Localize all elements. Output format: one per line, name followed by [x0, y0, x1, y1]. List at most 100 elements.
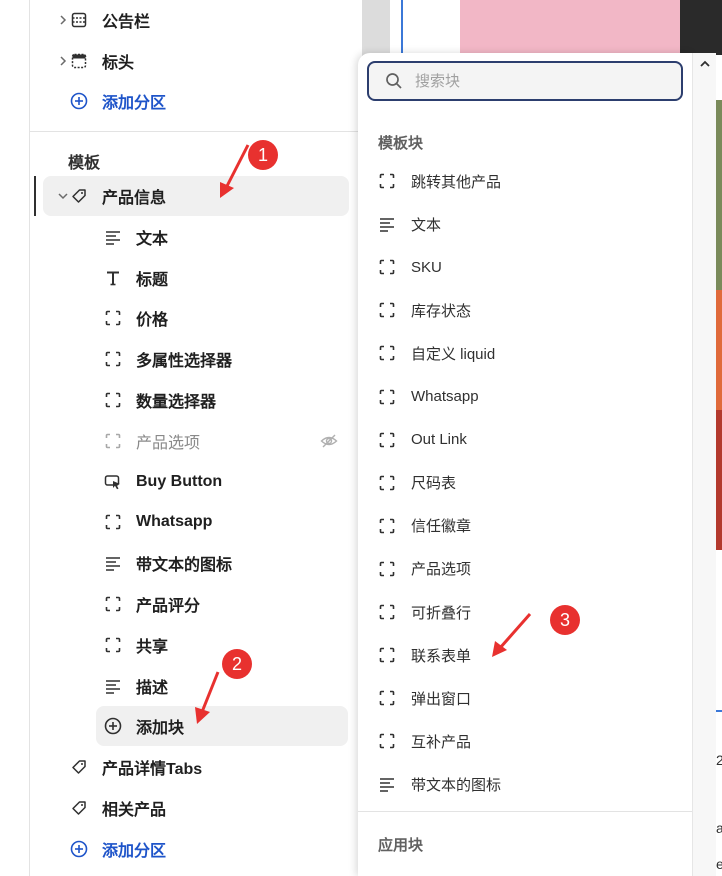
- theme-editor-sidebar: 公告栏 标头 添加分区 模板 产品信息 文本 标题 价格 多属性选择器 数量选择…: [0, 0, 362, 876]
- block-label: Whatsapp: [136, 513, 213, 530]
- popover-block-item[interactable]: 自定义 liquid: [378, 335, 678, 371]
- popover-block-item[interactable]: 联系表单: [378, 637, 678, 673]
- popover-block-item[interactable]: Whatsapp: [378, 379, 678, 415]
- block-bracket-icon: [378, 388, 396, 406]
- chevron-up-icon[interactable]: [698, 57, 712, 71]
- preview-image-strip: [716, 410, 722, 550]
- popover-item-label: 库存状态: [411, 302, 472, 320]
- template-blocks-label: 模板块: [378, 135, 424, 152]
- eye-off-icon[interactable]: [320, 432, 338, 450]
- block-bracket-icon: [104, 595, 122, 613]
- tree-item-label: 产品详情Tabs: [102, 761, 203, 778]
- block-bracket-icon: [378, 603, 396, 621]
- preview-image-strip: [716, 290, 722, 410]
- popover-block-item[interactable]: 产品选项: [378, 551, 678, 587]
- popover-block-item[interactable]: 带文本的图标: [378, 766, 678, 802]
- block-bracket-icon: [378, 258, 396, 276]
- preview-selection-outline: [716, 710, 722, 712]
- block-item-product-rating[interactable]: 产品评分: [104, 584, 200, 624]
- block-item-heading[interactable]: 标题: [104, 258, 168, 298]
- search-box[interactable]: [367, 61, 683, 101]
- block-item-buy-button[interactable]: Buy Button: [104, 462, 222, 502]
- block-label: 标题: [136, 272, 169, 289]
- popover-block-item[interactable]: 尺码表: [378, 465, 678, 501]
- text-lines-icon: [378, 215, 396, 233]
- popover-item-label: 可折叠行: [411, 604, 472, 622]
- popover-item-label: 文本: [411, 216, 442, 234]
- block-item-quantity-selector[interactable]: 数量选择器: [104, 380, 216, 420]
- popover-item-label: 互补产品: [411, 733, 472, 751]
- block-item-product-options-hidden[interactable]: 产品选项: [104, 421, 200, 461]
- annotation-badge: 1: [248, 140, 278, 170]
- tag-icon: [70, 799, 88, 817]
- block-bracket-icon: [104, 391, 122, 409]
- chevron-right-icon[interactable]: [57, 55, 69, 67]
- block-bracket-icon: [378, 646, 396, 664]
- text-lines-icon: [104, 554, 122, 572]
- text-lines-icon: [104, 228, 122, 246]
- popover-block-item[interactable]: 信任徽章: [378, 508, 678, 544]
- popover-item-label: 产品选项: [411, 561, 472, 579]
- search-icon: [385, 72, 403, 90]
- tree-item-label: 产品信息: [102, 190, 167, 207]
- section-icon: [70, 11, 88, 29]
- block-bracket-icon: [104, 350, 122, 368]
- block-item-variant-picker[interactable]: 多属性选择器: [104, 339, 232, 379]
- add-section-button[interactable]: 添加分区: [70, 829, 166, 869]
- add-section-button[interactable]: 添加分区: [70, 81, 166, 121]
- block-item-icon-with-text[interactable]: 带文本的图标: [104, 543, 232, 583]
- tree-item-related-products[interactable]: 相关产品: [70, 788, 166, 828]
- block-bracket-icon: [378, 172, 396, 190]
- annotation-badge: 2: [222, 649, 252, 679]
- add-block-button[interactable]: 添加块: [104, 706, 184, 746]
- preview-text-fragment: e: [716, 856, 722, 872]
- popover-block-item[interactable]: 跳转其他产品: [378, 163, 678, 199]
- preview-selection-outline: [401, 0, 403, 60]
- preview-banner-art: [680, 0, 722, 55]
- block-bracket-icon: [378, 431, 396, 449]
- active-indicator: [34, 176, 36, 216]
- popover-block-item[interactable]: 弹出窗口: [378, 680, 678, 716]
- tree-item-announcement-bar[interactable]: 公告栏: [60, 0, 150, 40]
- block-bracket-icon: [104, 636, 122, 654]
- chevron-right-icon[interactable]: [57, 14, 69, 26]
- block-label: Buy Button: [136, 473, 223, 490]
- tree-item-product-info[interactable]: 产品信息: [58, 176, 167, 216]
- tree-item-product-details-tabs[interactable]: 产品详情Tabs: [70, 747, 202, 787]
- popover-block-item[interactable]: 可折叠行: [378, 594, 678, 630]
- block-label: 文本: [136, 231, 169, 248]
- block-item-whatsapp[interactable]: Whatsapp: [104, 502, 212, 542]
- popover-divider: [358, 811, 692, 812]
- text-lines-icon: [378, 775, 396, 793]
- popover-block-item[interactable]: Out Link: [378, 422, 678, 458]
- tag-icon: [70, 758, 88, 776]
- search-input[interactable]: [415, 72, 655, 90]
- app-blocks-label: 应用块: [378, 837, 424, 854]
- popover-item-label: 尺码表: [411, 475, 457, 493]
- popover-block-item[interactable]: 互补产品: [378, 723, 678, 759]
- tree-item-header[interactable]: 标头: [60, 41, 135, 81]
- popover-item-label: Whatsapp: [411, 388, 479, 405]
- add-section-label: 添加分区: [102, 843, 167, 860]
- block-label: 数量选择器: [136, 394, 217, 411]
- popover-block-item[interactable]: 文本: [378, 206, 678, 242]
- block-bracket-icon: [378, 689, 396, 707]
- block-bracket-icon: [378, 474, 396, 492]
- block-bracket-icon: [378, 517, 396, 535]
- popover-block-item[interactable]: SKU: [378, 249, 678, 285]
- chevron-down-icon[interactable]: [57, 190, 69, 202]
- block-item-price[interactable]: 价格: [104, 298, 168, 338]
- block-item-share[interactable]: 共享: [104, 625, 168, 665]
- popover-block-item[interactable]: 库存状态: [378, 292, 678, 328]
- block-bracket-icon: [378, 344, 396, 362]
- block-item-text[interactable]: 文本: [104, 217, 168, 257]
- popover-item-label: 信任徽章: [411, 518, 472, 536]
- popover-scrollbar[interactable]: [692, 53, 716, 876]
- block-item-description[interactable]: 描述: [104, 666, 168, 706]
- block-bracket-icon: [378, 732, 396, 750]
- block-label: 描述: [136, 680, 169, 697]
- tag-icon: [70, 187, 88, 205]
- tree-item-label: 标头: [102, 55, 135, 72]
- add-block-label: 添加块: [136, 720, 185, 737]
- block-label: 产品评分: [136, 598, 201, 615]
